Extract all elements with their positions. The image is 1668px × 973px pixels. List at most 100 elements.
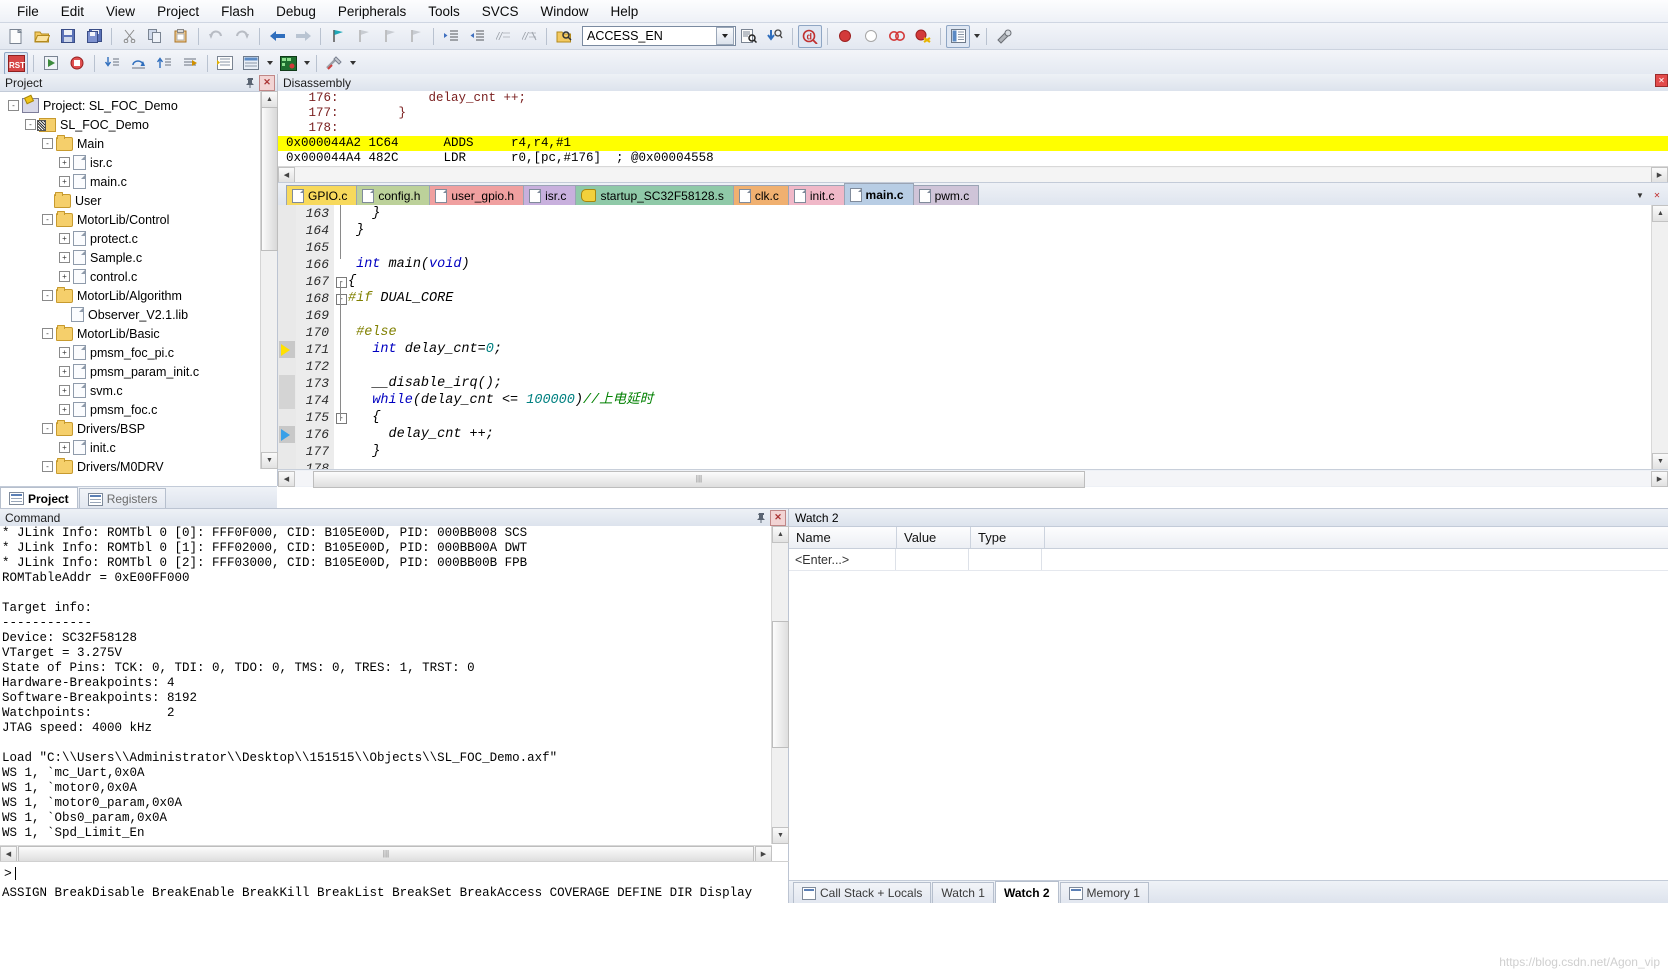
show-statement-icon[interactable] <box>213 52 237 75</box>
copy-icon[interactable] <box>143 25 167 48</box>
code-line[interactable]: { <box>348 273 1651 290</box>
search-input[interactable]: ACCESS_EN <box>587 29 716 43</box>
cut-icon[interactable] <box>117 25 141 48</box>
tree-expand-icon[interactable]: + <box>59 404 70 415</box>
tree-item[interactable]: +control.c <box>0 267 260 286</box>
chevron-down-icon[interactable] <box>716 27 734 45</box>
watch-column-value[interactable]: Value <box>897 527 971 548</box>
watch-tab-call-stack---locals[interactable]: Call Stack + Locals <box>793 882 931 903</box>
fold-toggle-icon[interactable]: - <box>336 294 347 305</box>
tree-collapse-icon[interactable]: - <box>42 138 53 149</box>
menu-item-file[interactable]: File <box>6 2 50 21</box>
fold-toggle-icon[interactable]: - <box>336 413 347 424</box>
step-out-icon[interactable] <box>152 52 176 75</box>
scroll-right-icon[interactable]: ▶ <box>1651 471 1668 487</box>
disassembly-hscrollbar[interactable]: ◀ ▶ <box>278 166 1668 182</box>
watch-cell-name[interactable]: <Enter...> <box>789 549 896 570</box>
code-line[interactable]: int delay_cnt=0; <box>348 341 1651 358</box>
disassembly-line[interactable]: 177: } <box>278 106 1668 121</box>
tree-item[interactable]: +pmsm_foc_pi.c <box>0 343 260 362</box>
indent-icon[interactable] <box>439 25 463 48</box>
tree-expand-icon[interactable]: + <box>59 157 70 168</box>
code-line[interactable]: __disable_irq(); <box>348 375 1651 392</box>
tree-item[interactable]: -MotorLib/Control <box>0 210 260 229</box>
scrollbar-thumb[interactable] <box>18 846 754 862</box>
toolbox-icon[interactable] <box>322 52 346 75</box>
configure-icon[interactable] <box>992 25 1016 48</box>
run-to-cursor-icon[interactable] <box>178 52 202 75</box>
tree-item[interactable]: -MotorLib/Algorithm <box>0 286 260 305</box>
scroll-left-icon[interactable]: ◀ <box>0 846 17 862</box>
tab-scroll-down-icon[interactable]: ▼ <box>1633 188 1647 203</box>
watch-cell-value[interactable] <box>896 549 969 570</box>
tree-item[interactable]: -Drivers/BSP <box>0 419 260 438</box>
back-icon[interactable] <box>265 25 289 48</box>
tree-expand-icon[interactable]: + <box>59 366 70 377</box>
watch-column-name[interactable]: Name <box>789 527 897 548</box>
breakpoint-icon[interactable] <box>833 25 857 48</box>
close-icon[interactable]: ✕ <box>259 75 275 91</box>
editor-hscrollbar[interactable]: ◀ ▶ <box>278 469 1668 487</box>
watch-row[interactable]: <Enter...> <box>789 549 1668 571</box>
code-line[interactable] <box>348 358 1651 375</box>
menu-item-project[interactable]: Project <box>146 2 210 21</box>
tree-item[interactable]: +Sample.c <box>0 248 260 267</box>
command-input-row[interactable]: > <box>0 861 792 884</box>
find-in-files-icon[interactable] <box>552 25 576 48</box>
scrollbar-thumb[interactable] <box>261 107 278 251</box>
command-hscrollbar[interactable]: ◀ ▶ <box>0 845 772 862</box>
editor-tab-bar[interactable]: GPIO.cconfig.huser_gpio.hisr.cstartup_SC… <box>278 183 1668 205</box>
tree-collapse-icon[interactable]: - <box>42 423 53 434</box>
tree-expand-icon[interactable]: + <box>59 271 70 282</box>
watch-bottom-tabs[interactable]: Call Stack + LocalsWatch 1Watch 2Memory … <box>789 880 1668 903</box>
find-replace-icon[interactable]: d <box>798 25 822 48</box>
disassembly-line[interactable]: 0x000044A4 482C LDR r0,[pc,#176] ; @0x00… <box>278 151 1668 166</box>
watch-tab-watch-1[interactable]: Watch 1 <box>932 882 994 903</box>
menu-item-flash[interactable]: Flash <box>210 2 265 21</box>
tree-item[interactable]: +isr.c <box>0 153 260 172</box>
project-tree-scrollbar[interactable]: ▲ ▼ <box>260 91 277 469</box>
tree-item[interactable]: -Project: SL_FOC_Demo <box>0 96 260 115</box>
code-line[interactable]: { <box>348 409 1651 426</box>
scrollbar-thumb[interactable] <box>313 471 1085 488</box>
watch-tab-watch-2[interactable]: Watch 2 <box>995 881 1059 903</box>
scroll-left-icon[interactable]: ◀ <box>278 471 295 487</box>
code-line[interactable]: } <box>348 205 1651 222</box>
debug-windows-dropdown-icon[interactable] <box>264 53 275 74</box>
command-output[interactable]: * JLink Info: ROMTbl 0 [0]: FFF0F000, CI… <box>0 526 774 844</box>
tree-collapse-icon[interactable]: - <box>8 100 19 111</box>
scroll-down-icon[interactable]: ▼ <box>261 452 278 469</box>
tree-collapse-icon[interactable]: - <box>42 328 53 339</box>
code-line[interactable]: } <box>348 222 1651 239</box>
scroll-right-icon[interactable]: ▶ <box>1651 167 1668 183</box>
tree-item[interactable]: -Drivers/M0DRV <box>0 457 260 474</box>
tree-expand-icon[interactable]: + <box>59 176 70 187</box>
editor-tab-nav[interactable]: ▼ ✕ <box>1633 188 1664 203</box>
watch-column-type[interactable]: Type <box>971 527 1045 548</box>
editor-tab-clk-c[interactable]: clk.c <box>733 185 789 205</box>
scroll-up-icon[interactable]: ▲ <box>261 91 278 108</box>
tree-expand-icon[interactable]: + <box>59 252 70 263</box>
scroll-right-icon[interactable]: ▶ <box>755 846 772 862</box>
menu-item-svcs[interactable]: SVCS <box>471 2 530 21</box>
code-line[interactable]: delay_cnt ++; <box>348 426 1651 443</box>
editor-tab-startup-sc32f58128-s[interactable]: startup_SC32F58128.s <box>575 185 733 205</box>
project-tab-project[interactable]: Project <box>0 487 78 509</box>
scroll-left-icon[interactable]: ◀ <box>278 167 295 183</box>
scrollbar-track[interactable] <box>295 471 1651 486</box>
disassembly-line[interactable]: 176: delay_cnt ++; <box>278 91 1668 106</box>
tree-collapse-icon[interactable]: - <box>42 214 53 225</box>
code-line[interactable]: while(delay_cnt <= 100000)//上电延时 <box>348 392 1651 409</box>
disassembly-line[interactable]: 178: <box>278 121 1668 136</box>
scrollbar-track[interactable] <box>295 168 1651 182</box>
editor-code-area[interactable]: } } int main(void){#if DUAL_CORE #else i… <box>348 205 1651 470</box>
tree-expand-icon[interactable]: + <box>59 347 70 358</box>
incremental-find-icon[interactable] <box>763 25 787 48</box>
editor-tab-pwm-c[interactable]: pwm.c <box>913 185 980 205</box>
project-tab-registers[interactable]: Registers <box>79 488 167 509</box>
editor-fold-gutter[interactable]: --- <box>334 205 348 470</box>
tree-item[interactable]: +pmsm_foc.c <box>0 400 260 419</box>
tree-item[interactable]: Observer_V2.1.lib <box>0 305 260 324</box>
project-tree[interactable]: -Project: SL_FOC_Demo-SL_FOC_Demo-Main+i… <box>0 91 260 474</box>
code-line[interactable]: #if DUAL_CORE <box>348 290 1651 307</box>
